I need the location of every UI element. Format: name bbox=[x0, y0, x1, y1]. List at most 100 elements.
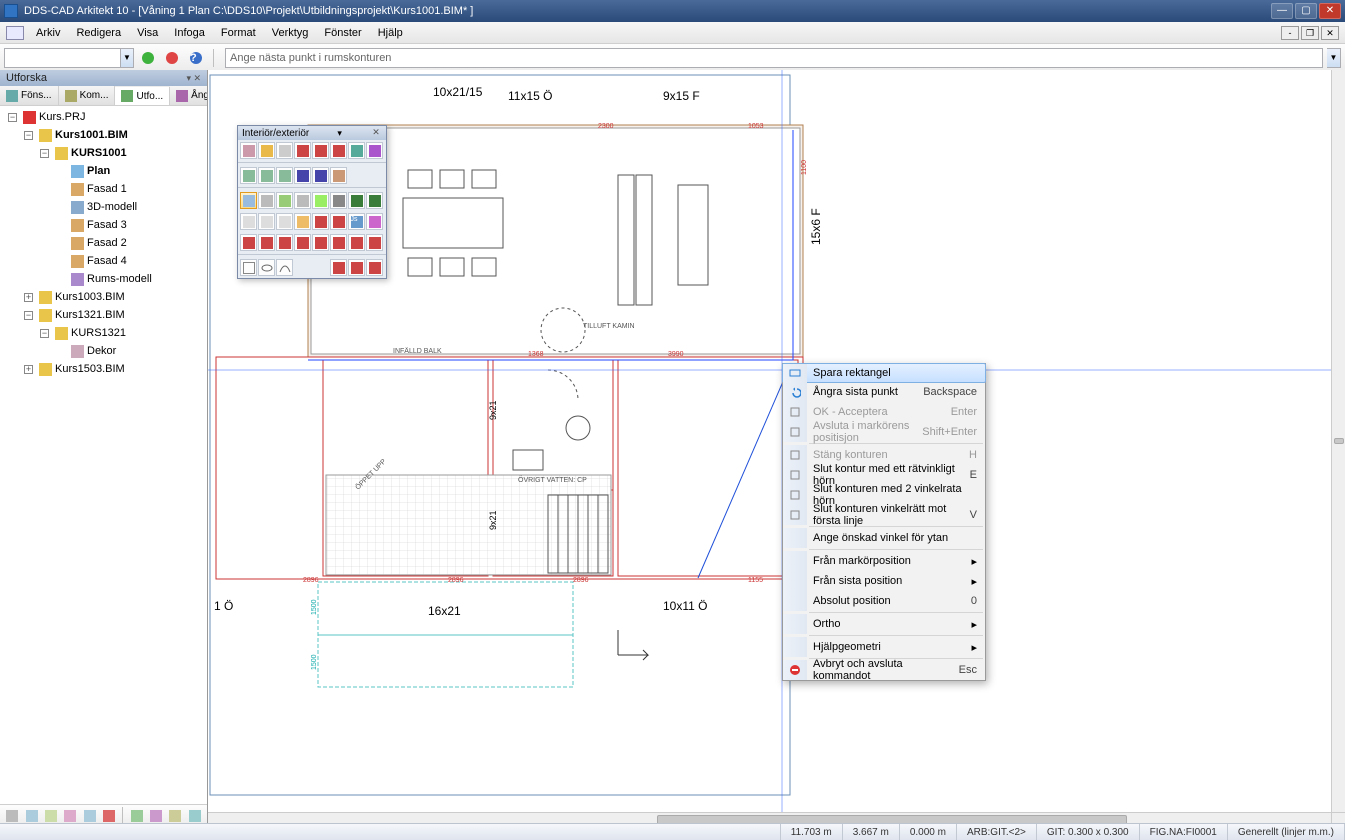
command-history-button[interactable]: ▼ bbox=[1327, 48, 1341, 68]
tree-item[interactable]: Kurs1321.BIM bbox=[55, 307, 125, 323]
context-menu-item[interactable]: Avbryt och avsluta kommandotEsc bbox=[783, 660, 985, 680]
pal-tool[interactable] bbox=[294, 234, 311, 251]
tree-expander[interactable]: + bbox=[24, 365, 33, 374]
palette-title[interactable]: Interiör/exteriör ▾ ✕ bbox=[238, 126, 386, 140]
context-menu-item[interactable]: Hjälpgeometri▸ bbox=[783, 637, 985, 657]
pal-tool[interactable] bbox=[330, 167, 347, 184]
context-menu-item[interactable]: Stäng konturenH bbox=[783, 445, 985, 465]
menu-verktyg[interactable]: Verktyg bbox=[264, 25, 317, 41]
pal-tool[interactable] bbox=[240, 234, 257, 251]
pal-tool[interactable] bbox=[312, 213, 329, 230]
pal-tool-selected[interactable] bbox=[240, 192, 257, 209]
tree-item[interactable]: Kurs1003.BIM bbox=[55, 289, 125, 305]
collapse-icon[interactable]: ▾ ✕ bbox=[186, 73, 201, 84]
tree-item[interactable]: Fasad 3 bbox=[87, 217, 127, 233]
pal-tool[interactable] bbox=[312, 167, 329, 184]
vertical-scrollbar[interactable] bbox=[1331, 70, 1345, 812]
pal-tool[interactable] bbox=[258, 192, 275, 209]
pal-tool[interactable] bbox=[258, 213, 275, 230]
tab-angra[interactable]: Ångr... bbox=[170, 86, 207, 105]
context-menu-item[interactable]: OK - AccepteraEnter bbox=[783, 402, 985, 422]
palette-close-button[interactable]: ✕ bbox=[370, 127, 382, 139]
pal-tool[interactable] bbox=[312, 192, 329, 209]
pal-tool[interactable] bbox=[294, 167, 311, 184]
pal-tool[interactable] bbox=[240, 259, 257, 276]
tree-expander[interactable]: − bbox=[24, 131, 33, 140]
pal-tool[interactable] bbox=[240, 213, 257, 230]
pal-tool[interactable] bbox=[276, 142, 293, 159]
pal-tool[interactable] bbox=[258, 142, 275, 159]
project-tree[interactable]: −Kurs.PRJ −Kurs1001.BIM −KURS1001 Plan F… bbox=[0, 106, 207, 804]
context-menu-item[interactable]: Avsluta i markörens positisjonShift+Ente… bbox=[783, 422, 985, 442]
menu-hjalp[interactable]: Hjälp bbox=[370, 25, 411, 41]
tab-fonster[interactable]: Föns... bbox=[0, 86, 59, 105]
pal-tool[interactable] bbox=[348, 142, 365, 159]
pal-tool[interactable]: Js bbox=[348, 213, 365, 230]
pal-tool[interactable] bbox=[330, 142, 347, 159]
menu-fonster[interactable]: Fönster bbox=[316, 25, 369, 41]
tree-item[interactable]: KURS1321 bbox=[71, 325, 126, 341]
help-button[interactable]: ? bbox=[186, 48, 206, 68]
palette-pin-icon[interactable]: ▾ bbox=[337, 128, 342, 139]
context-menu[interactable]: Spara rektangelÅngra sista punktBackspac… bbox=[782, 363, 986, 681]
menu-redigera[interactable]: Redigera bbox=[68, 25, 129, 41]
tree-expander[interactable]: − bbox=[24, 311, 33, 320]
pal-tool[interactable] bbox=[366, 213, 383, 230]
mdi-close-button[interactable]: ✕ bbox=[1321, 26, 1339, 40]
pal-tool[interactable] bbox=[366, 142, 383, 159]
menu-infoga[interactable]: Infoga bbox=[166, 25, 213, 41]
tree-item-plan[interactable]: Plan bbox=[87, 163, 110, 179]
scrollbar-thumb[interactable] bbox=[1334, 438, 1344, 444]
tree-expander[interactable]: − bbox=[8, 113, 17, 122]
minimize-button[interactable]: — bbox=[1271, 3, 1293, 19]
pal-tool[interactable] bbox=[312, 142, 329, 159]
pal-tool[interactable] bbox=[348, 234, 365, 251]
context-menu-item[interactable]: Slut kontur med ett rätvinkligt hörnE bbox=[783, 465, 985, 485]
context-menu-item[interactable]: Slut konturen vinkelrätt mot första linj… bbox=[783, 505, 985, 525]
pal-tool[interactable] bbox=[258, 259, 275, 276]
tab-kommando[interactable]: Kom... bbox=[59, 86, 116, 105]
menu-visa[interactable]: Visa bbox=[129, 25, 166, 41]
pal-tool[interactable] bbox=[276, 192, 293, 209]
tree-expander[interactable]: − bbox=[40, 329, 49, 338]
pal-tool[interactable] bbox=[330, 259, 347, 276]
menu-arkiv[interactable]: Arkiv bbox=[28, 25, 68, 41]
context-menu-item[interactable]: Från sista position▸ bbox=[783, 571, 985, 591]
tab-utforska[interactable]: Utfo... bbox=[115, 87, 170, 106]
tree-item-root[interactable]: Kurs.PRJ bbox=[39, 109, 85, 125]
pal-tool[interactable] bbox=[276, 234, 293, 251]
context-menu-item[interactable]: Spara rektangel bbox=[782, 363, 986, 383]
tree-item[interactable]: 3D-modell bbox=[87, 199, 137, 215]
pal-tool[interactable] bbox=[366, 192, 383, 209]
pal-tool[interactable] bbox=[240, 167, 257, 184]
layer-combobox[interactable]: ▼ bbox=[4, 48, 134, 68]
context-menu-item[interactable]: Slut konturen med 2 vinkelrata hörn bbox=[783, 485, 985, 505]
tree-item[interactable]: Fasad 2 bbox=[87, 235, 127, 251]
pal-tool[interactable] bbox=[276, 167, 293, 184]
tree-expander[interactable]: + bbox=[24, 293, 33, 302]
tree-item[interactable]: Kurs1001.BIM bbox=[55, 127, 128, 143]
tree-item[interactable]: Fasad 4 bbox=[87, 253, 127, 269]
context-menu-item[interactable]: Ortho▸ bbox=[783, 614, 985, 634]
pal-tool[interactable] bbox=[330, 213, 347, 230]
tree-expander[interactable]: − bbox=[40, 149, 49, 158]
close-button[interactable]: ✕ bbox=[1319, 3, 1341, 19]
pal-tool[interactable] bbox=[294, 192, 311, 209]
accept-button[interactable] bbox=[138, 48, 158, 68]
pal-tool[interactable] bbox=[348, 192, 365, 209]
pal-tool[interactable] bbox=[276, 259, 293, 276]
pal-tool[interactable] bbox=[366, 259, 383, 276]
pal-tool[interactable] bbox=[312, 234, 329, 251]
pal-tool[interactable] bbox=[294, 213, 311, 230]
cancel-button[interactable] bbox=[162, 48, 182, 68]
pal-tool[interactable] bbox=[330, 192, 347, 209]
menu-format[interactable]: Format bbox=[213, 25, 264, 41]
pal-tool[interactable] bbox=[258, 234, 275, 251]
pal-tool[interactable] bbox=[330, 234, 347, 251]
palette-interior-exterior[interactable]: Interiör/exteriör ▾ ✕ bbox=[237, 125, 387, 279]
tree-item[interactable]: KURS1001 bbox=[71, 145, 127, 161]
command-input[interactable] bbox=[225, 48, 1323, 68]
pal-tool[interactable] bbox=[294, 142, 311, 159]
pal-tool[interactable] bbox=[258, 167, 275, 184]
context-menu-item[interactable]: Från markörposition▸ bbox=[783, 551, 985, 571]
